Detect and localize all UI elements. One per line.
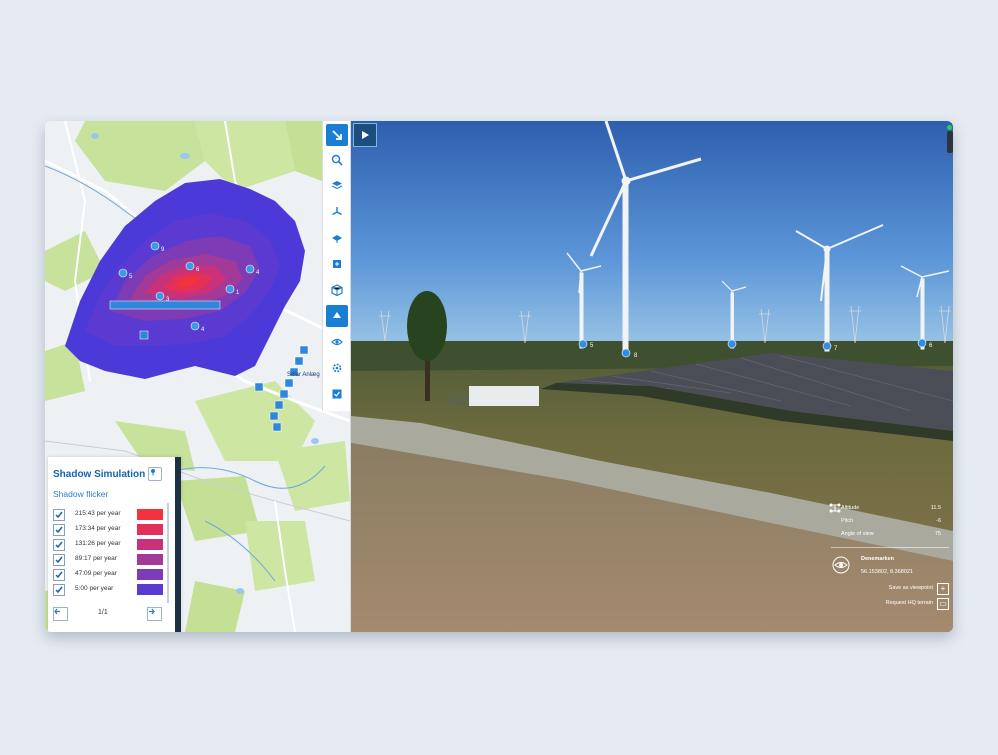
legend-checkbox[interactable] — [53, 524, 65, 536]
map-site-label: Solar Anlæg — [287, 372, 320, 378]
arrow-left-icon — [54, 608, 60, 615]
angle-label: Angle of view — [841, 531, 874, 537]
altitude-value: 11.5 — [930, 505, 941, 511]
legend-checkbox[interactable] — [53, 584, 65, 596]
altitude-label: Altitude — [841, 505, 860, 511]
layer-alpha-icon[interactable] — [326, 305, 348, 327]
layers-icon[interactable] — [326, 174, 348, 196]
terrain-icon[interactable]: ▭ — [937, 598, 949, 610]
play-icon — [362, 131, 369, 139]
prev-page-button[interactable] — [53, 607, 68, 621]
turbine-icon[interactable] — [326, 201, 348, 223]
legend-row: 131:26 per year — [53, 539, 165, 551]
request-hq-label: Request HQ terrain — [885, 600, 933, 606]
location-coordinates: 56.153802, 8.368021 — [861, 569, 913, 575]
status-indicator — [947, 125, 952, 130]
map-2d[interactable]: 9 5 6 4 1 3 4 Solar Anlæg Shadow Simulat… — [45, 121, 350, 632]
legend-checkbox[interactable] — [53, 554, 65, 566]
camera-info-panel: Altitude 11.5 Pitch -6 Angle of view 75 … — [829, 501, 951, 616]
info-divider — [831, 547, 949, 548]
checkbox-icon[interactable] — [326, 383, 348, 405]
legend-row: 173:34 per year — [53, 524, 165, 536]
tool-sidebar — [322, 121, 351, 411]
next-page-button[interactable] — [147, 607, 162, 621]
pager: 1/1 — [53, 607, 163, 621]
legend-label: 47:09 per year — [75, 570, 117, 577]
legend-checkbox[interactable] — [53, 509, 65, 521]
panel-scrollbar[interactable] — [167, 503, 169, 603]
eye-icon[interactable] — [326, 331, 348, 353]
legend-swatch — [137, 554, 163, 565]
angle-row: Angle of view 75 — [841, 531, 941, 541]
pitch-label: Pitch — [841, 518, 854, 524]
legend-label: 5:00 per year — [75, 585, 114, 592]
pin-icon[interactable] — [148, 467, 162, 481]
legend-swatch — [137, 539, 163, 550]
save-viewpoint-label: Save as viewpoint — [888, 585, 933, 591]
model-icon[interactable] — [326, 253, 348, 275]
legend-swatch — [137, 584, 163, 595]
legend-swatch — [137, 569, 163, 580]
legend-swatch — [137, 509, 163, 520]
cube-icon[interactable] — [326, 279, 348, 301]
compass-icon[interactable] — [831, 555, 851, 575]
pitch-row: Pitch -6 — [841, 518, 941, 528]
legend-row: 47:09 per year — [53, 569, 165, 581]
pitch-value: -6 — [936, 518, 941, 524]
angle-value: 75 — [934, 531, 941, 537]
cursor-icon[interactable] — [326, 124, 348, 146]
legend-checkbox[interactable] — [53, 569, 65, 581]
legend-label: 89:17 per year — [75, 555, 117, 562]
page-indicator: 1/1 — [98, 609, 108, 616]
legend-row: 5:00 per year — [53, 584, 165, 596]
satellite-icon[interactable] — [326, 227, 348, 249]
shadow-simulation-panel: Shadow Simulation Shadow flicker 215:43 … — [48, 457, 181, 632]
legend-label: 131:26 per year — [75, 540, 121, 547]
legend-checkbox[interactable] — [53, 539, 65, 551]
scene-control-strip[interactable] — [947, 131, 953, 153]
location-name: Denemarken — [861, 556, 895, 562]
gear-icon[interactable] — [326, 357, 348, 379]
drone-icon — [829, 503, 841, 513]
legend-row: 215:43 per year — [53, 509, 165, 521]
arrow-right-icon — [149, 608, 155, 615]
legend-label: 215:43 per year — [75, 510, 121, 517]
play-button[interactable] — [353, 123, 377, 147]
app-window: 9 5 6 4 1 3 4 Solar Anlæg Shadow Simulat… — [45, 121, 953, 632]
request-hq-terrain-button[interactable]: Request HQ terrain ▭ — [861, 598, 949, 610]
zoom-icon[interactable] — [326, 149, 348, 171]
save-viewpoint-button[interactable]: Save as viewpoint + — [861, 583, 949, 595]
panel-subtitle: Shadow flicker — [53, 489, 109, 499]
panel-title: Shadow Simulation — [53, 469, 146, 480]
legend-swatch — [137, 524, 163, 535]
altitude-row: Altitude 11.5 — [841, 505, 941, 515]
legend-label: 173:34 per year — [75, 525, 121, 532]
legend-row: 89:17 per year — [53, 554, 165, 566]
view-3d[interactable]: 5 8 7 6 Altitude 11.5 Pitch -6 Angle of … — [351, 121, 953, 632]
plus-icon[interactable]: + — [937, 583, 949, 595]
